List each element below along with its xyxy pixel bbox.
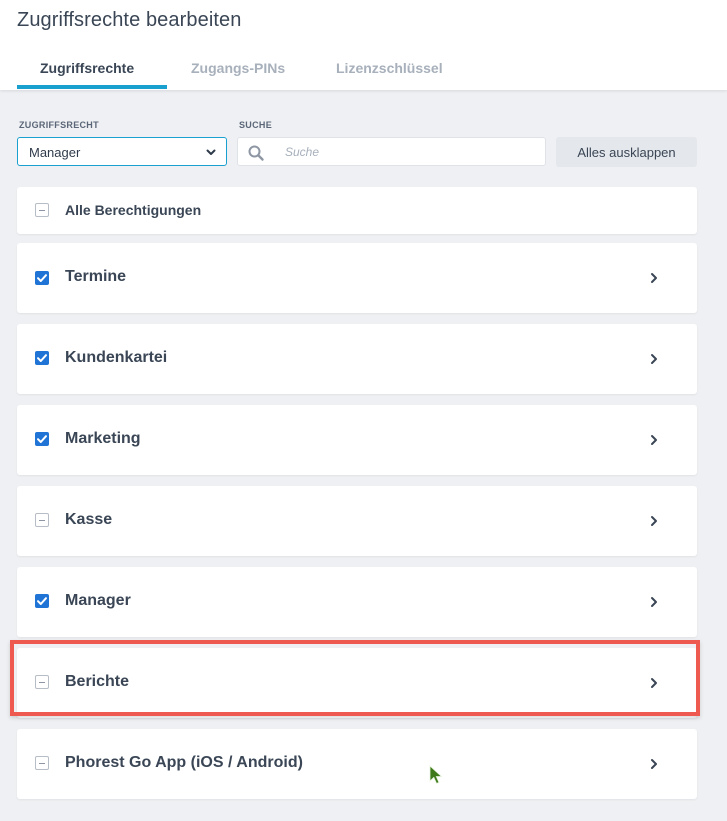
chevron-right-icon[interactable]	[649, 272, 659, 284]
permission-group-label: Termine	[65, 268, 127, 285]
berichte-highlight-frame	[10, 640, 700, 716]
chevron-right-icon[interactable]	[649, 596, 659, 608]
header: Zugriffsrechte bearbeiten Zugriffsrechte…	[0, 0, 727, 90]
role-select[interactable]: Manager	[17, 137, 227, 166]
all-permissions-checkbox[interactable]	[35, 203, 49, 217]
all-permissions-row[interactable]: Alle Berechtigungen	[17, 187, 697, 234]
permission-group-phorest-go-app[interactable]: Phorest Go App (iOS / Android)	[17, 729, 697, 799]
permission-group-label: Kasse	[65, 511, 113, 528]
termine-checkbox[interactable]	[35, 271, 49, 285]
permission-group-manager[interactable]: Manager	[17, 567, 697, 637]
mouse-cursor-icon	[429, 765, 443, 785]
search-input[interactable]	[285, 143, 535, 161]
search-field-label: SUCHE	[239, 120, 273, 130]
permission-group-kasse[interactable]: Kasse	[17, 486, 697, 556]
search-box	[237, 137, 546, 166]
active-tab-indicator	[17, 85, 167, 89]
marketing-checkbox[interactable]	[35, 432, 49, 446]
page-title: Zugriffsrechte bearbeiten	[17, 9, 242, 31]
phorest-go-app-checkbox[interactable]	[35, 756, 49, 770]
permission-group-marketing[interactable]: Marketing	[17, 405, 697, 475]
chevron-right-icon[interactable]	[649, 353, 659, 365]
chevron-down-icon	[206, 149, 216, 155]
permission-group-label: Phorest Go App (iOS / Android)	[65, 754, 303, 771]
chevron-right-icon[interactable]	[649, 434, 659, 446]
tab-lizenzschluessel[interactable]: Lizenzschlüssel	[336, 60, 443, 90]
permission-group-label: Kundenkartei	[65, 349, 168, 366]
tab-zugangs-pins[interactable]: Zugangs-PINs	[191, 60, 285, 90]
kundenkartei-checkbox[interactable]	[35, 351, 49, 365]
permission-group-kundenkartei[interactable]: Kundenkartei	[17, 324, 697, 394]
permission-group-label: Manager	[65, 592, 131, 609]
kasse-checkbox[interactable]	[35, 513, 49, 527]
search-icon	[248, 145, 264, 161]
permission-group-label: Marketing	[65, 430, 141, 447]
role-select-value: Manager	[29, 145, 81, 160]
chevron-right-icon[interactable]	[649, 515, 659, 527]
role-field-label: ZUGRIFFSRECHT	[19, 120, 99, 130]
chevron-right-icon[interactable]	[649, 758, 659, 770]
permission-group-termine[interactable]: Termine	[17, 243, 697, 313]
expand-all-button[interactable]: Alles ausklappen	[556, 137, 697, 167]
manager-checkbox[interactable]	[35, 594, 49, 608]
all-permissions-label: Alle Berechtigungen	[65, 202, 202, 218]
